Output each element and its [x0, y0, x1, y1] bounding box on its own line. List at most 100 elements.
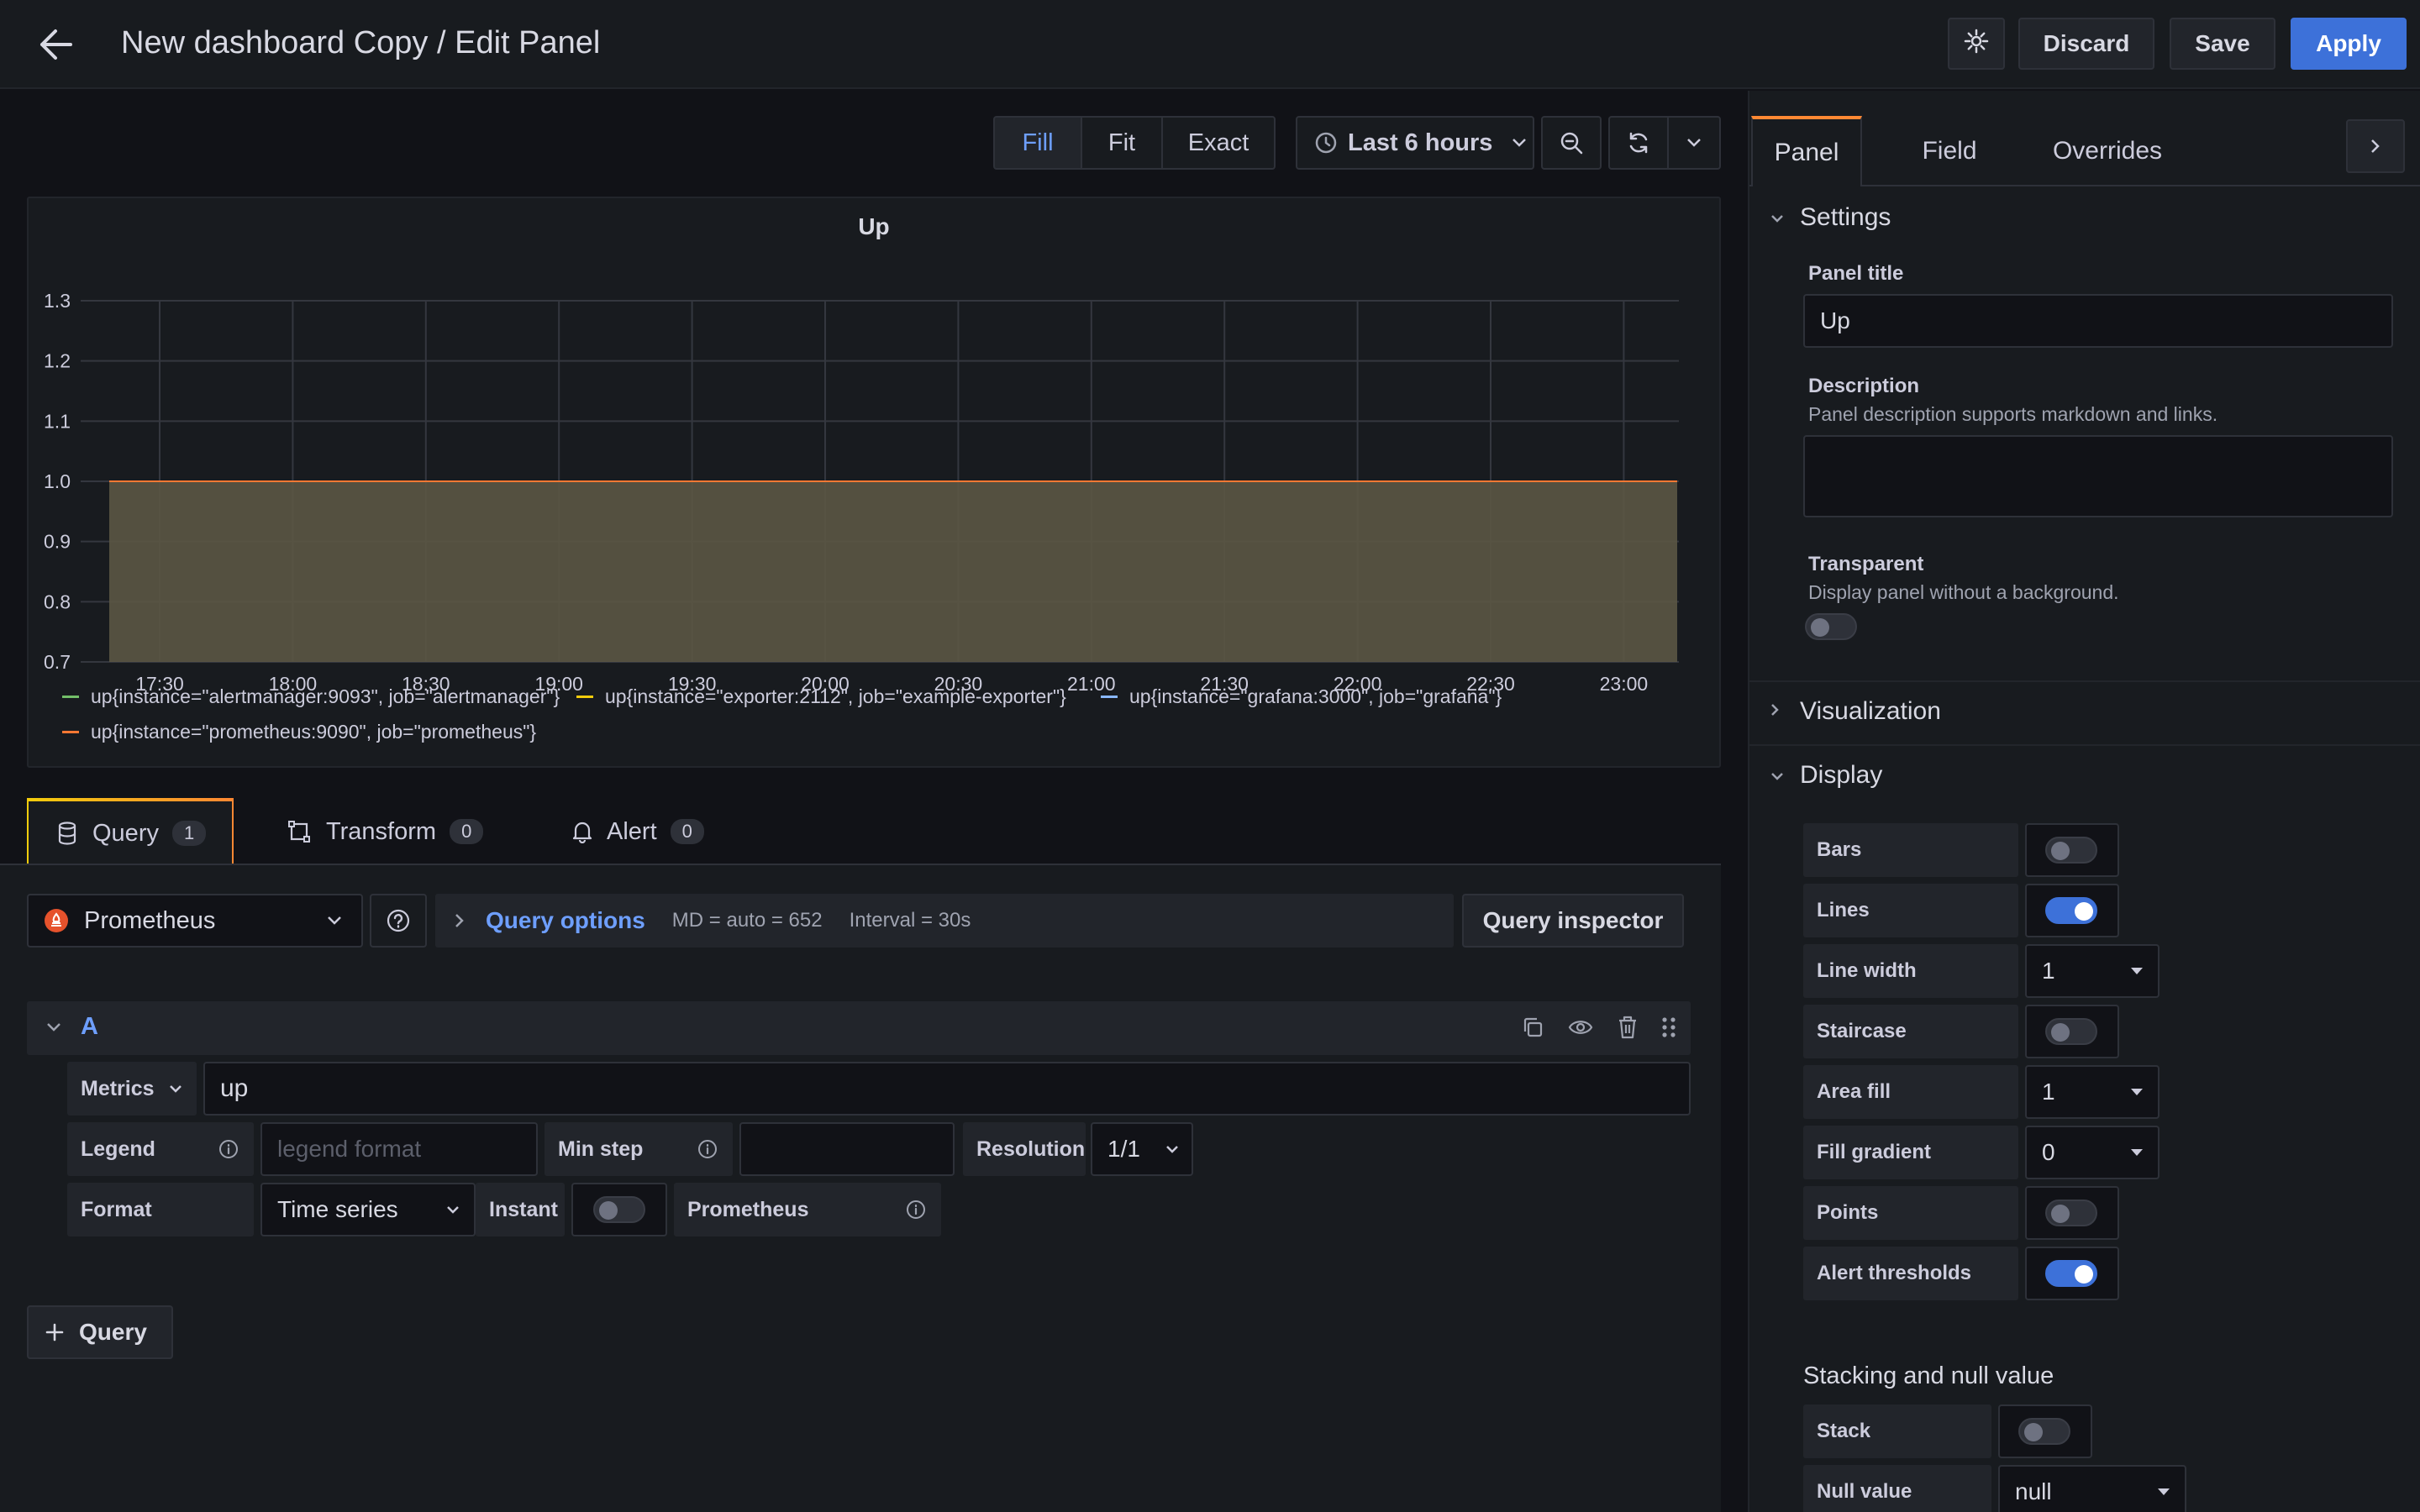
format-select[interactable]: Time series: [260, 1183, 476, 1236]
description-textarea[interactable]: [1803, 435, 2393, 517]
tab-query[interactable]: Query 1: [27, 798, 234, 865]
legend-swatch: [62, 696, 79, 698]
display-option-select[interactable]: 1: [2025, 944, 2160, 998]
display-option-toggle[interactable]: [2045, 897, 2097, 924]
stack-toggle-box: [1998, 1404, 2092, 1458]
datasource-picker[interactable]: Prometheus: [27, 894, 363, 948]
display-option-toggle-box: [2025, 884, 2119, 937]
chart-canvas[interactable]: 1.31.21.11.00.90.80.717:30 18:00 18:30 19:0…: [29, 249, 1723, 719]
chevron-down-icon: [1165, 1144, 1180, 1154]
tab-transform-label: Transform: [326, 817, 437, 845]
display-option-label: Alert thresholds: [1803, 1247, 2018, 1300]
query-inspector-button[interactable]: Query inspector: [1462, 894, 1684, 948]
visualization-section-header[interactable]: Visualization: [1770, 697, 1941, 726]
legend-format-placeholder: legend format: [277, 1136, 422, 1162]
min-step-input[interactable]: [739, 1122, 955, 1176]
description-hint: Panel description supports markdown and …: [1808, 403, 2218, 425]
time-range-picker[interactable]: Last 6 hours: [1296, 116, 1534, 170]
chevron-down-icon: [445, 1205, 460, 1215]
eye-icon[interactable]: [1568, 1016, 1593, 1039]
datasource-help-button[interactable]: [370, 894, 427, 948]
fit-option[interactable]: Fit: [1081, 116, 1163, 170]
display-option-select[interactable]: 1: [2025, 1065, 2160, 1119]
fill-option[interactable]: Fill: [993, 116, 1082, 170]
chevron-down-icon: [1770, 764, 1800, 786]
metrics-query-input[interactable]: up: [203, 1062, 1691, 1116]
refresh-button[interactable]: [1608, 116, 1669, 170]
query-count-badge: 1: [171, 821, 207, 846]
section-divider: [1749, 744, 2420, 746]
legend-item[interactable]: up{instance="exporter:2112", job="exampl…: [576, 685, 1066, 708]
display-option-select[interactable]: 0: [2025, 1126, 2160, 1179]
tab-overrides[interactable]: Overrides: [2035, 116, 2180, 186]
display-heading: Display: [1800, 761, 1883, 789]
display-option-value: 1: [2042, 1079, 2055, 1105]
display-option-toggle[interactable]: [2045, 1260, 2097, 1287]
query-row-header[interactable]: A: [27, 1001, 1691, 1055]
min-step-field-label: Min step: [544, 1122, 733, 1176]
time-range-label: Last 6 hours: [1348, 129, 1493, 156]
refresh-interval-dropdown[interactable]: [1667, 116, 1721, 170]
tab-alert[interactable]: Alert 0: [571, 798, 739, 865]
tab-field[interactable]: Field: [1894, 116, 2005, 186]
chevron-down-icon[interactable]: [45, 1021, 62, 1033]
legend-item[interactable]: up{instance="prometheus:9090", job="prom…: [62, 721, 536, 743]
null-value-label: Null value: [1803, 1465, 1991, 1512]
transparent-toggle[interactable]: [1805, 613, 1857, 640]
discard-button[interactable]: Discard: [2018, 18, 2154, 70]
legend-label: up{instance="exporter:2112", job="exampl…: [605, 685, 1066, 707]
save-button[interactable]: Save: [2170, 18, 2275, 70]
display-option-toggle[interactable]: [2045, 1018, 2097, 1045]
gear-icon: [1964, 29, 1989, 60]
tab-transform[interactable]: Transform 0: [287, 798, 506, 865]
transparent-label: Transparent: [1808, 553, 1924, 575]
display-option-toggle[interactable]: [2045, 837, 2097, 864]
display-option-label: Staircase: [1803, 1005, 2018, 1058]
exact-option[interactable]: Exact: [1161, 116, 1276, 170]
query-options-bar[interactable]: Query options MD = auto = 652 Interval =…: [435, 894, 1454, 948]
display-option-label: Points: [1803, 1186, 2018, 1240]
query-options-link[interactable]: Query options: [486, 907, 645, 934]
resolution-select[interactable]: 1/1: [1091, 1122, 1193, 1176]
settings-section-header[interactable]: Settings: [1770, 203, 1891, 232]
apply-button[interactable]: Apply: [2291, 18, 2407, 70]
stack-toggle[interactable]: [2018, 1418, 2070, 1445]
collapse-pane-button[interactable]: [2346, 119, 2405, 173]
description-label: Description: [1808, 375, 1920, 397]
min-step-label: Min step: [558, 1137, 644, 1161]
section-divider: [1749, 680, 2420, 682]
info-icon[interactable]: [697, 1139, 718, 1159]
instant-toggle[interactable]: [593, 1196, 645, 1223]
visualization-heading: Visualization: [1800, 697, 1941, 725]
options-pane: Panel Field Overrides Settings Panel tit…: [1748, 91, 2420, 1512]
back-arrow-icon[interactable]: [30, 24, 81, 66]
zoom-out-button[interactable]: [1541, 116, 1602, 170]
settings-button[interactable]: [1948, 18, 2005, 70]
copy-icon[interactable]: [1521, 1016, 1544, 1039]
add-query-button[interactable]: Query: [27, 1305, 173, 1359]
display-option-label: Fill gradient: [1803, 1126, 2018, 1179]
legend-item[interactable]: up{instance="grafana:3000", job="grafana…: [1101, 685, 1502, 708]
metrics-dropdown[interactable]: Metrics: [67, 1062, 197, 1116]
graph-title: Up: [858, 213, 890, 239]
info-icon[interactable]: [906, 1200, 926, 1220]
y-tick-label: 1.2: [44, 350, 71, 372]
legend-field-label: Legend: [67, 1122, 254, 1176]
display-section-header[interactable]: Display: [1770, 761, 1882, 790]
caret-down-icon: [2131, 1089, 2143, 1095]
trash-icon[interactable]: [1617, 1015, 1639, 1040]
y-tick-label: 0.8: [44, 591, 71, 612]
display-option-toggle-box: [2025, 1186, 2119, 1240]
clock-icon: [1314, 131, 1338, 155]
tab-panel[interactable]: Panel: [1751, 116, 1862, 186]
info-icon[interactable]: [218, 1139, 239, 1159]
panel-title-input[interactable]: Up: [1803, 294, 2393, 348]
null-value-select[interactable]: null: [1998, 1465, 2186, 1512]
stacking-heading: Stacking and null value: [1803, 1362, 2054, 1389]
query-ref-id[interactable]: A: [81, 1013, 98, 1041]
drag-handle-icon[interactable]: [1660, 1016, 1677, 1039]
legend-item[interactable]: up{instance="alertmanager:9093", job="al…: [62, 685, 560, 708]
prometheus-info-label: Prometheus: [674, 1183, 941, 1236]
legend-format-input[interactable]: legend format: [260, 1122, 538, 1176]
display-option-toggle[interactable]: [2045, 1200, 2097, 1226]
